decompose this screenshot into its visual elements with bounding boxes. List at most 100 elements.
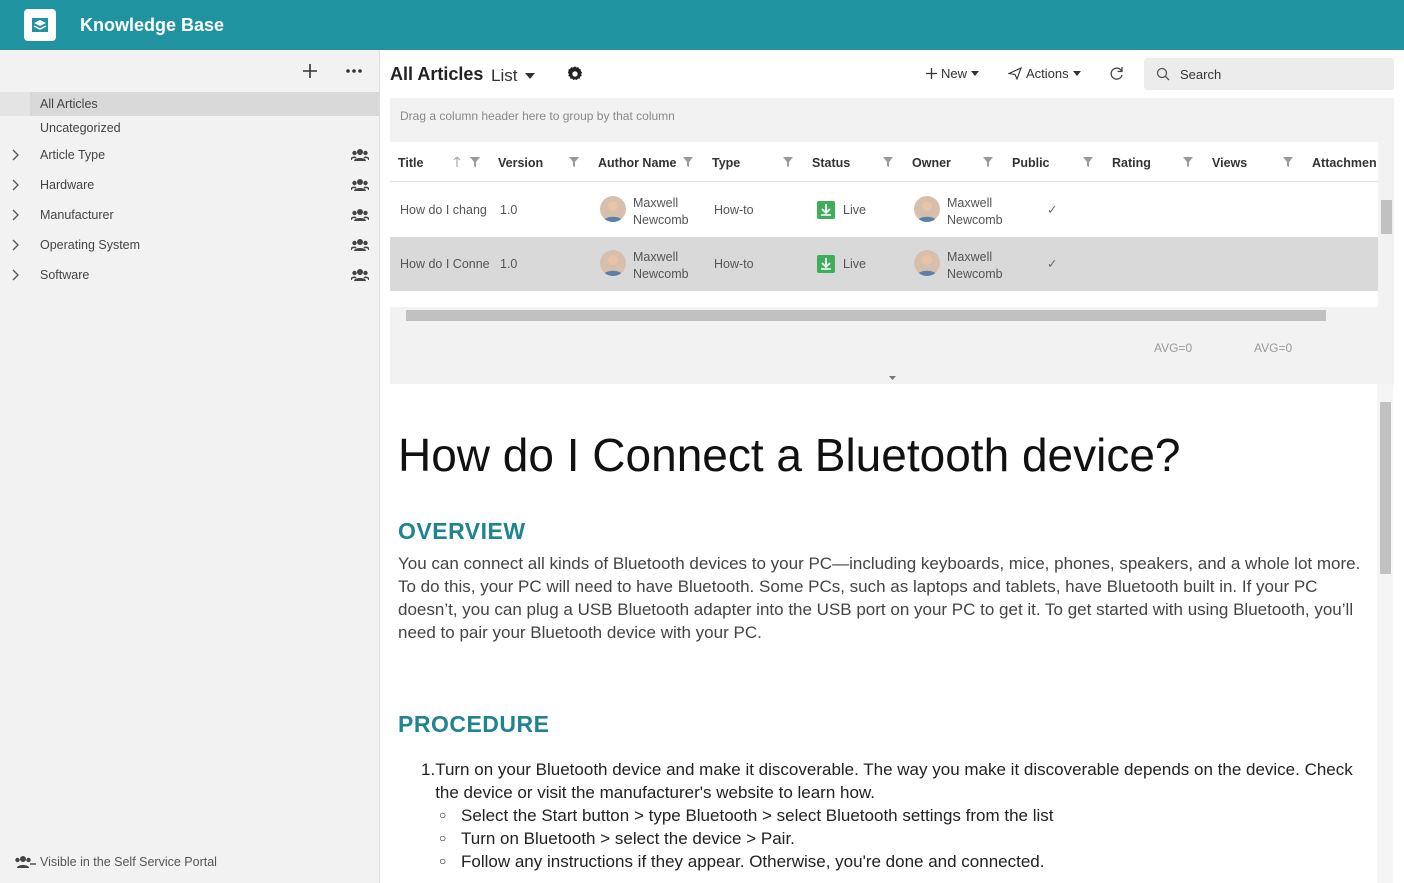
procedure-step: 1. Turn on your Bluetooth device and mak… (421, 758, 1361, 804)
rating-average: AVG=0 (1154, 341, 1193, 355)
view-label: List (491, 66, 518, 85)
sidebar-toolbar (0, 50, 379, 92)
column-header-version[interactable]: Version (498, 156, 543, 170)
sidebar-item-label: All Articles (40, 97, 98, 111)
sidebar-item-article-type[interactable]: Article Type (0, 140, 379, 170)
grid-horizontal-scrollbar[interactable] (390, 307, 1394, 323)
group-icon (351, 209, 369, 221)
sidebar-item-label: Operating System (40, 238, 141, 252)
filter-icon[interactable] (783, 157, 793, 167)
chevron-right-icon[interactable] (10, 179, 22, 191)
sidebar-item-label: Software (40, 268, 90, 282)
main-header: All Articles List New Actions Search (381, 50, 1404, 98)
top-bar: Knowledge Base (0, 0, 1404, 50)
substep-item: Follow any instructions if they appear. … (461, 850, 1361, 873)
cell-type: How-to (714, 257, 754, 271)
column-header-rating[interactable]: Rating (1112, 156, 1151, 170)
caret-down-icon (1072, 71, 1081, 76)
cell-version: 1.0 (500, 257, 518, 271)
filter-icon[interactable] (569, 157, 579, 167)
cell-owner-first: Maxwell (947, 250, 993, 264)
column-header-views[interactable]: Views (1212, 156, 1247, 170)
avatar (600, 250, 626, 276)
search-placeholder: Search (1180, 66, 1222, 82)
logo-icon[interactable] (24, 9, 56, 41)
overview-heading: OVERVIEW (398, 518, 526, 544)
chevron-right-icon[interactable] (10, 269, 22, 281)
sidebar-item-uncategorized[interactable]: Uncategorized (0, 116, 379, 140)
view-selector[interactable]: List (491, 66, 536, 86)
cell-author-last: Newcomb (633, 213, 689, 227)
chevron-right-icon[interactable] (10, 149, 22, 161)
sidebar-item-software[interactable]: Software (0, 260, 379, 290)
substep-list: Select the Start button > type Bluetooth… (421, 804, 1361, 873)
sidebar-item-label: Uncategorized (40, 121, 121, 135)
step-number: 1. (421, 760, 436, 779)
cell-owner-last: Newcomb (947, 267, 1003, 281)
articles-grid: Title Version Author Name Type Status Ow… (390, 142, 1378, 307)
column-header-type[interactable]: Type (712, 156, 740, 170)
search-input[interactable]: Search (1144, 58, 1394, 90)
sidebar-item-manufacturer[interactable]: Manufacturer (0, 200, 379, 230)
sidebar: All Articles Uncategorized Article Type … (0, 50, 380, 883)
table-row[interactable]: How do I Conne 1.0 Maxwell Newcomb How-t… (390, 237, 1378, 291)
caret-down-icon (971, 71, 980, 76)
sidebar-item-label: Hardware (40, 178, 95, 192)
filter-icon[interactable] (470, 157, 480, 167)
chevron-right-icon[interactable] (10, 209, 22, 221)
search-icon (1156, 67, 1170, 81)
new-button[interactable]: New (926, 66, 980, 81)
actions-button[interactable]: Actions (1008, 66, 1081, 81)
article-vertical-scrollbar[interactable] (1377, 384, 1393, 883)
views-average: AVG=0 (1254, 341, 1293, 355)
scroll-thumb[interactable] (406, 310, 1326, 321)
column-header-public[interactable]: Public (1012, 156, 1050, 170)
splitter-handle-icon[interactable] (889, 376, 896, 380)
substep-item: Turn on Bluetooth > select the device > … (461, 827, 1361, 850)
avatar (600, 196, 626, 222)
column-header-author-name[interactable]: Author Name (598, 156, 676, 170)
column-header-owner[interactable]: Owner (912, 156, 951, 170)
refresh-icon[interactable] (1109, 66, 1124, 81)
app-title: Knowledge Base (80, 14, 225, 35)
scroll-thumb[interactable] (1380, 402, 1391, 574)
scroll-thumb[interactable] (1381, 200, 1392, 234)
column-header-status[interactable]: Status (812, 156, 850, 170)
filter-icon[interactable] (883, 157, 893, 167)
overview-text: You can connect all kinds of Bluetooth d… (398, 554, 1361, 642)
column-header-title[interactable]: Title (398, 156, 423, 170)
main-panel: All Articles List New Actions Search Dra… (381, 50, 1404, 883)
filter-icon[interactable] (683, 157, 693, 167)
group-icon (351, 269, 369, 281)
sidebar-item-label: Article Type (40, 148, 106, 162)
avatar (914, 196, 940, 222)
sidebar-item-all-articles[interactable]: All Articles (0, 92, 379, 116)
check-icon: ✓ (1047, 257, 1058, 271)
step-text: Turn on your Bluetooth device and make i… (435, 760, 1353, 802)
sort-up-icon[interactable] (452, 157, 462, 167)
article-preview: How do I Connect a Bluetooth device? OVE… (381, 384, 1377, 883)
grid-header: Title Version Author Name Type Status Ow… (390, 142, 1378, 182)
plus-icon[interactable] (299, 60, 321, 82)
cell-author-last: Newcomb (633, 267, 689, 281)
substep-item: Select the Start button > type Bluetooth… (461, 804, 1361, 827)
group-icon (351, 179, 369, 191)
table-row[interactable]: How do I chang 1.0 Maxwell Newcomb How-t… (390, 183, 1378, 237)
chevron-right-icon[interactable] (10, 239, 22, 251)
cell-status: Live (843, 203, 866, 217)
footer-label: Visible in the Self Service Portal (40, 855, 217, 869)
caret-down-icon (525, 73, 536, 79)
filter-icon[interactable] (1283, 157, 1293, 167)
sidebar-item-hardware[interactable]: Hardware (0, 170, 379, 200)
more-icon[interactable] (343, 60, 365, 82)
sidebar-item-operating-system[interactable]: Operating System (0, 230, 379, 260)
cell-title: How do I Conne (400, 257, 490, 271)
filter-icon[interactable] (1083, 157, 1093, 167)
column-header-attachments[interactable]: Attachmen (1312, 156, 1377, 170)
articles-grid-panel: Drag a column header here to group by th… (390, 98, 1394, 385)
filter-icon[interactable] (1183, 157, 1193, 167)
filter-icon[interactable] (983, 157, 993, 167)
grid-vertical-scrollbar[interactable] (1378, 142, 1394, 307)
gear-icon[interactable] (566, 65, 584, 83)
group-by-hint: Drag a column header here to group by th… (400, 109, 675, 123)
